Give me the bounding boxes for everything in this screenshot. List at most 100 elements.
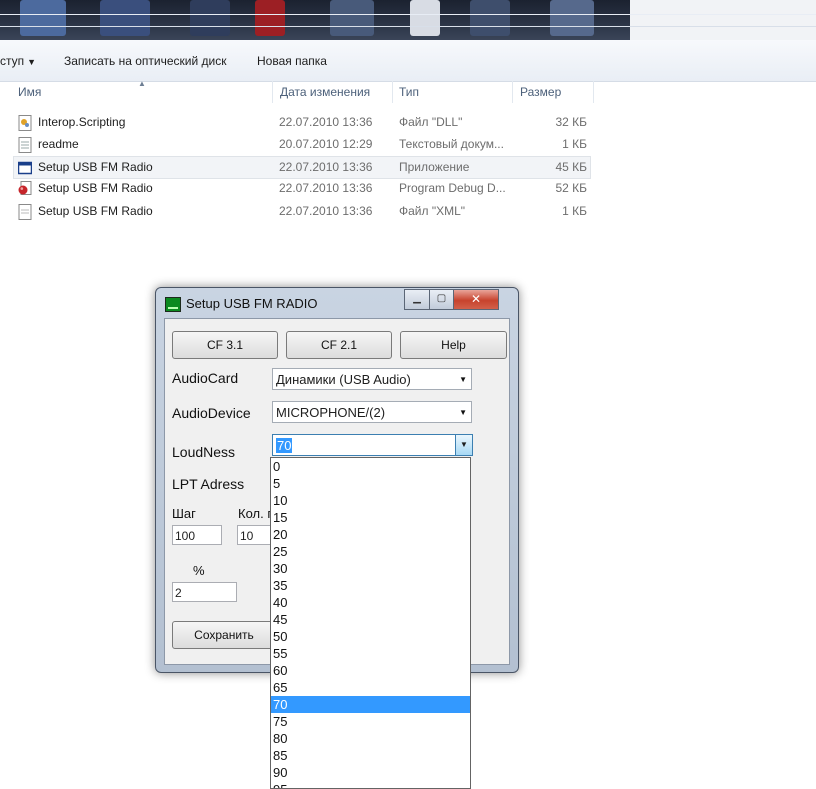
file-name: Setup USB FM Radio [38,204,153,218]
dropdown-option[interactable]: 45 [271,611,470,628]
divider [512,81,513,103]
dropdown-option[interactable]: 25 [271,543,470,560]
taskbar-window-preview [630,0,816,40]
cf31-button[interactable]: CF 3.1 [172,331,278,359]
file-size: 52 КБ [555,181,587,195]
dropdown-option[interactable]: 85 [271,747,470,764]
window-title: Setup USB FM RADIO [186,296,318,311]
dropdown-option[interactable]: 40 [271,594,470,611]
file-size: 45 КБ [555,160,587,174]
taskbar-strip [0,0,816,40]
dropdown-option[interactable]: 60 [271,662,470,679]
chevron-down-icon[interactable]: ▼ [455,435,472,455]
file-date: 22.07.2010 13:36 [279,204,373,218]
column-header-size[interactable]: Размер [520,81,561,103]
audiocard-value: Динамики (USB Audio) [276,372,411,387]
dropdown-option[interactable]: 20 [271,526,470,543]
dropdown-arrow-icon: ▼ [27,57,37,67]
file-type: Файл "XML" [399,204,466,218]
text-file-icon [18,137,32,153]
dropdown-option[interactable]: 30 [271,560,470,577]
divider [0,14,816,15]
new-folder-button[interactable]: Новая папка [257,54,327,68]
file-date: 20.07.2010 12:29 [279,137,373,151]
taskbar-app-icon[interactable] [330,0,374,36]
step-label: Шаг [172,506,196,521]
taskbar-app-icon[interactable] [190,0,230,36]
debug-file-icon [18,181,32,195]
dropdown-option[interactable]: 15 [271,509,470,526]
loudness-label: LoudNess [172,444,236,460]
file-type: Файл "DLL" [399,115,463,129]
sort-ascending-icon: ▲ [138,79,146,88]
file-type: Program Debug D... [399,181,506,195]
explorer-toolbar: ступ ▼ Записать на оптический диск Новая … [0,40,816,82]
dropdown-option[interactable]: 95 [271,781,470,788]
taskbar-app-icon[interactable] [550,0,594,36]
dropdown-option[interactable]: 90 [271,764,470,781]
file-name: Interop.Scripting [38,115,126,129]
dropdown-option[interactable]: 80 [271,730,470,747]
file-row[interactable]: Setup USB FM Radio 22.07.2010 13:36 Файл… [14,201,590,223]
taskbar-app-icon[interactable] [20,0,66,36]
column-header-date[interactable]: Дата изменения [280,81,370,103]
loudness-select[interactable]: 70 ▼ [272,434,473,456]
help-button[interactable]: Help [400,331,507,359]
cf21-button[interactable]: CF 2.1 [286,331,392,359]
close-button[interactable]: ✕ [453,289,499,310]
dropdown-option[interactable]: 10 [271,492,470,509]
file-size: 1 КБ [562,137,587,151]
audiodevice-select[interactable]: MICROPHONE/(2) ▼ [272,401,472,423]
chevron-down-icon: ▼ [459,375,467,384]
dropdown-option[interactable]: 0 [271,458,470,475]
save-button[interactable]: Сохранить [172,621,276,649]
minimize-button[interactable]: ▁ [404,289,430,310]
burn-disc-button[interactable]: Записать на оптический диск [64,54,227,68]
divider [593,81,594,103]
file-row[interactable]: Setup USB FM Radio 22.07.2010 13:36 Prog… [14,178,590,200]
audiodevice-label: AudioDevice [172,405,251,421]
dropdown-option[interactable]: 55 [271,645,470,662]
audiodevice-value: MICROPHONE/(2) [276,405,386,420]
dropdown-option[interactable]: 65 [271,679,470,696]
file-row[interactable]: readme 20.07.2010 12:29 Текстовый докум.… [14,134,590,156]
lpt-address-label: LPT Adress [172,476,245,492]
file-date: 22.07.2010 13:36 [279,160,373,174]
divider [392,81,393,103]
step-input[interactable]: 100 [172,525,222,545]
share-menu-button[interactable]: ступ ▼ [0,54,36,68]
file-row[interactable]: Interop.Scripting 22.07.2010 13:36 Файл … [14,112,590,134]
file-name: Setup USB FM Radio [38,160,153,174]
chevron-down-icon: ▼ [459,408,467,417]
file-row[interactable]: Setup USB FM Radio 22.07.2010 13:36 Прил… [13,156,591,179]
dropdown-option[interactable]: 50 [271,628,470,645]
percent-input[interactable]: 2 [172,582,237,602]
divider [272,81,273,103]
file-type: Приложение [399,160,470,174]
app-window-icon [165,297,181,312]
audiocard-select[interactable]: Динамики (USB Audio) ▼ [272,368,472,390]
application-icon [18,161,32,175]
dropdown-option[interactable]: 70 [271,696,470,713]
file-date: 22.07.2010 13:36 [279,181,373,195]
taskbar-app-icon[interactable] [100,0,150,36]
share-menu-label: ступ [0,54,25,68]
column-header-type[interactable]: Тип [399,81,419,103]
column-header-name[interactable]: Имя [18,81,41,103]
dropdown-option[interactable]: 5 [271,475,470,492]
file-size: 1 КБ [562,204,587,218]
dropdown-option[interactable]: 75 [271,713,470,730]
dropdown-option[interactable]: 35 [271,577,470,594]
taskbar-app-icon[interactable] [255,0,285,36]
file-type: Текстовый докум... [399,137,504,151]
divider [0,26,816,27]
maximize-button[interactable]: ▢ [429,289,454,310]
dll-file-icon [18,115,32,131]
file-name: Setup USB FM Radio [38,181,153,195]
file-size: 32 КБ [555,115,587,129]
taskbar-app-icon[interactable] [470,0,510,36]
file-date: 22.07.2010 13:36 [279,115,373,129]
percent-label: % [193,563,205,578]
loudness-dropdown-list[interactable]: 05101520253035404550556065707580859095 [270,457,471,789]
taskbar-app-icon[interactable] [410,0,440,36]
